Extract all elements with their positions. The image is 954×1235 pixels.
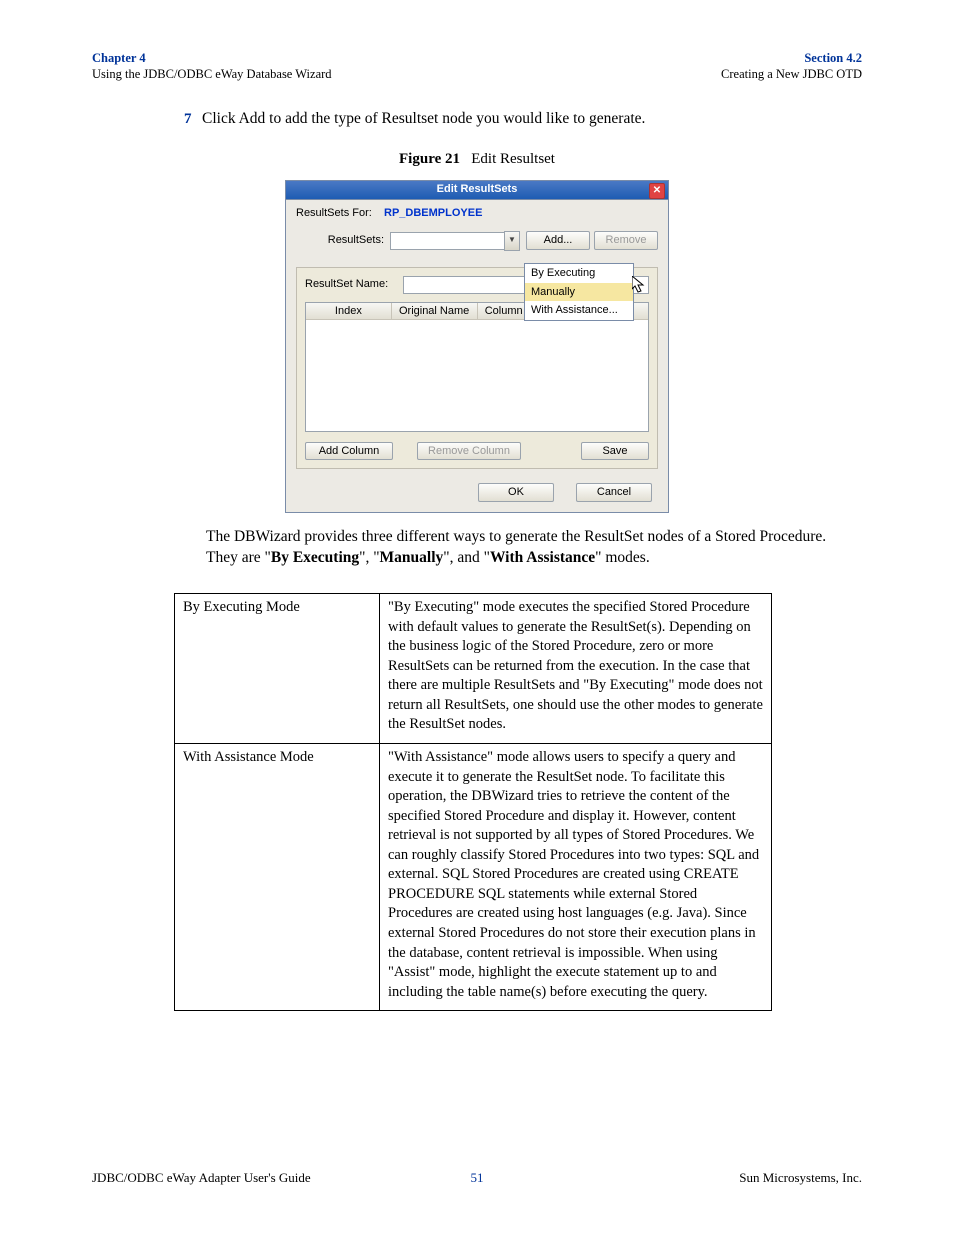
body-paragraph: The DBWizard provides three different wa…	[92, 527, 862, 569]
dd-item-manually[interactable]: Manually	[525, 283, 633, 302]
modes-table: By Executing Mode "By Executing" mode ex…	[174, 593, 772, 1011]
remove-column-button[interactable]: Remove Column	[417, 442, 521, 461]
add-dropdown-menu: By Executing Manually With Assistance...	[524, 263, 634, 322]
figure-caption: Figure 21 Edit Resultset	[92, 149, 862, 169]
section-label: Section 4.2	[721, 50, 862, 66]
resultsets-combo[interactable]: ▼	[390, 231, 520, 251]
footer-left: JDBC/ODBC eWay Adapter User's Guide	[92, 1169, 311, 1187]
grid-header-original-name[interactable]: Original Name	[392, 303, 478, 320]
chevron-down-icon[interactable]: ▼	[504, 231, 520, 251]
add-column-button[interactable]: Add Column	[305, 442, 393, 461]
section-title: Creating a New JDBC OTD	[721, 66, 862, 82]
resultsets-for-value: RP_DBEMPLOYEE	[384, 206, 482, 221]
resultsets-label: ResultSets:	[296, 233, 390, 248]
dd-item-with-assistance[interactable]: With Assistance...	[525, 301, 633, 320]
cancel-button[interactable]: Cancel	[576, 483, 652, 502]
add-button[interactable]: Add...	[526, 231, 590, 250]
dialog-title: Edit ResultSets	[437, 182, 518, 197]
page-header: Chapter 4 Using the JDBC/ODBC eWay Datab…	[92, 50, 862, 83]
resultset-name-label: ResultSet Name:	[305, 277, 403, 292]
resultsets-for-label: ResultSets For:	[296, 206, 384, 221]
cell-mode-name: By Executing Mode	[175, 594, 380, 744]
figure-label: Figure 21	[399, 151, 460, 167]
cell-mode-desc: "With Assistance" mode allows users to s…	[380, 743, 772, 1010]
grid-header-index[interactable]: Index	[306, 303, 392, 320]
step-row: 7 Click Add to add the type of Resultset…	[92, 109, 862, 130]
table-row: By Executing Mode "By Executing" mode ex…	[175, 594, 772, 744]
figure-title: Edit Resultset	[471, 151, 555, 167]
close-icon[interactable]: ✕	[649, 183, 665, 199]
save-button[interactable]: Save	[581, 442, 649, 461]
page-number: 51	[471, 1169, 484, 1187]
chapter-label: Chapter 4	[92, 50, 332, 66]
edit-resultsets-dialog: Edit ResultSets ✕ ResultSets For: RP_DBE…	[285, 180, 669, 514]
cell-mode-name: With Assistance Mode	[175, 743, 380, 1010]
cell-mode-desc: "By Executing" mode executes the specifi…	[380, 594, 772, 744]
page-footer: JDBC/ODBC eWay Adapter User's Guide 51 S…	[92, 1169, 862, 1187]
remove-button[interactable]: Remove	[594, 231, 658, 250]
dd-item-by-executing[interactable]: By Executing	[525, 264, 633, 283]
footer-right: Sun Microsystems, Inc.	[739, 1169, 862, 1187]
step-number: 7	[184, 109, 202, 129]
step-text: Click Add to add the type of Resultset n…	[202, 109, 645, 130]
table-row: With Assistance Mode "With Assistance" m…	[175, 743, 772, 1010]
dialog-titlebar: Edit ResultSets ✕	[286, 181, 668, 200]
chapter-subtitle: Using the JDBC/ODBC eWay Database Wizard	[92, 66, 332, 82]
ok-button[interactable]: OK	[478, 483, 554, 502]
cursor-icon	[632, 276, 648, 294]
